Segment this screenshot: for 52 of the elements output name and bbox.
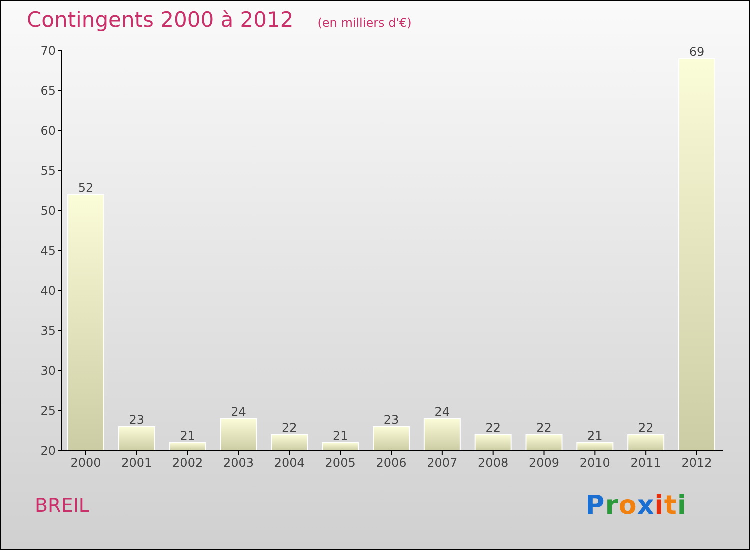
value-label: 23: [384, 413, 400, 427]
value-label: 23: [129, 413, 145, 427]
bar: [271, 434, 308, 452]
y-tick-label: 30: [40, 364, 56, 378]
y-tick-label: 35: [40, 324, 56, 338]
x-tick-label: 2006: [376, 456, 407, 470]
value-label: 21: [180, 429, 196, 443]
x-tick-label: 2012: [682, 456, 712, 470]
bar: [220, 418, 258, 452]
x-tick-label: 2008: [478, 456, 509, 470]
y-tick-label: 55: [40, 164, 56, 178]
y-tick-label: 65: [40, 84, 56, 98]
value-label: 52: [78, 181, 94, 195]
bar: [628, 434, 665, 452]
x-tick-label: 2002: [172, 456, 204, 470]
x-tick-label: 2003: [223, 456, 254, 470]
x-tick-label: 2001: [122, 456, 152, 470]
x-tick-label: 2004: [274, 456, 305, 470]
value-label: 69: [689, 45, 705, 59]
bar: [169, 442, 206, 452]
place-name: BREIL: [35, 494, 90, 520]
x-tick-label: 2007: [427, 456, 458, 470]
value-label: 24: [434, 405, 450, 419]
value-label: 22: [282, 421, 298, 435]
x-tick-label: 2005: [325, 456, 356, 470]
value-label: 22: [486, 421, 501, 435]
value-label: 22: [638, 421, 654, 435]
y-tick-label: 60: [40, 124, 56, 138]
bar: [424, 418, 461, 452]
y-tick-label: 25: [40, 404, 56, 418]
y-tick-label: 45: [40, 244, 56, 258]
y-tick-label: 50: [40, 204, 56, 218]
logo: Proxiti: [586, 490, 687, 523]
y-tick-label: 20: [40, 444, 56, 458]
bar: [474, 434, 512, 452]
x-tick-label: 2010: [580, 456, 610, 470]
x-tick-label: 2011: [630, 456, 662, 470]
bar: [322, 442, 360, 452]
value-label: 24: [231, 405, 246, 419]
value-label: 22: [536, 421, 552, 435]
bar: [576, 442, 614, 452]
y-tick-label: 40: [40, 284, 56, 298]
value-label: 21: [588, 429, 603, 443]
x-tick-label: 2009: [528, 456, 560, 470]
chart-subtitle: (en milliers d'€): [318, 15, 412, 32]
bar: [526, 434, 563, 452]
bar: [373, 426, 410, 452]
y-tick-label: 70: [40, 44, 56, 58]
value-label: 21: [332, 429, 348, 443]
bar: [118, 426, 156, 452]
chart-title: Contingents 2000 à 2012: [27, 7, 294, 34]
x-tick-label: 2000: [70, 456, 102, 470]
